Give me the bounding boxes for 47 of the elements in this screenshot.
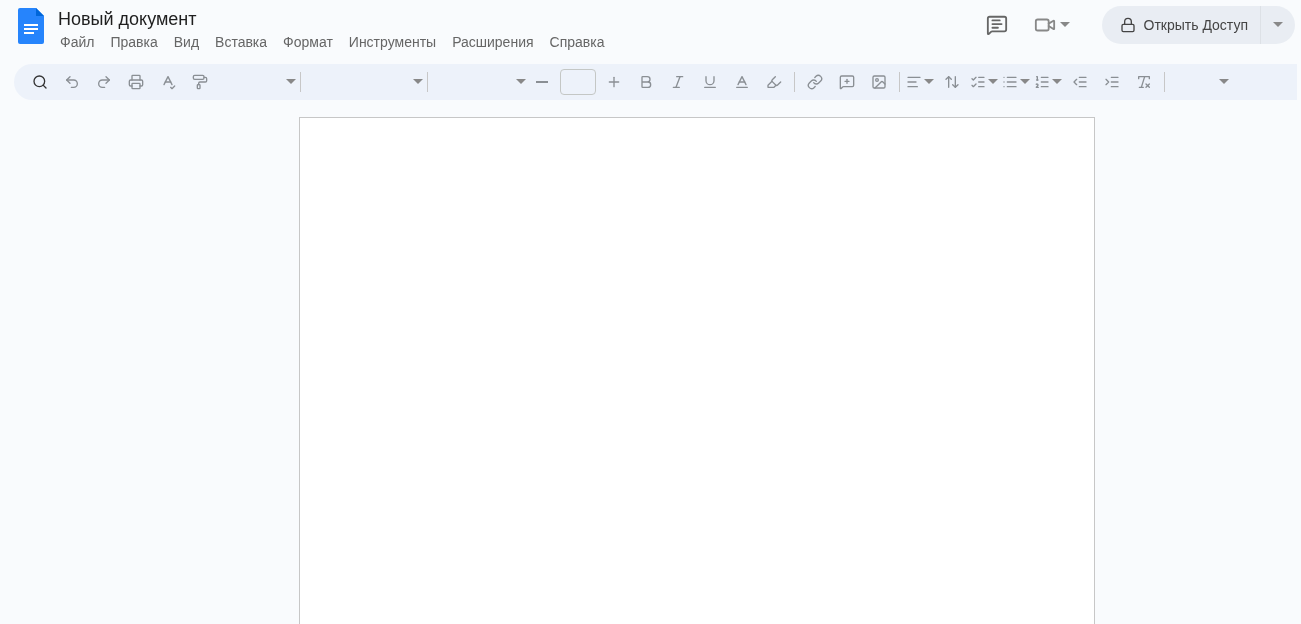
caret-icon <box>516 79 526 85</box>
decrease-indent-icon <box>1072 74 1088 90</box>
spellcheck-icon <box>160 74 176 90</box>
menu-item[interactable]: Правка <box>108 32 166 52</box>
lock-icon <box>1119 17 1136 33</box>
caret-icon <box>924 79 934 85</box>
increase-indent-icon <box>1104 74 1120 90</box>
redo-icon <box>96 74 112 90</box>
caret-icon <box>988 79 998 85</box>
italic-icon <box>670 74 686 90</box>
up-down-arrow-icon <box>944 74 960 90</box>
clear-formatting-icon <box>1136 74 1152 90</box>
document-title[interactable]: Новый документ <box>58 8 619 30</box>
undo-icon <box>64 74 80 90</box>
add-comment-icon <box>839 74 855 90</box>
print-icon <box>128 74 144 90</box>
paint-roller-icon <box>192 74 208 90</box>
caret-icon <box>286 79 296 85</box>
document-logo-icon[interactable] <box>18 8 44 44</box>
bullet-list-icon <box>1002 74 1018 90</box>
caret-icon <box>413 79 423 85</box>
menu-item[interactable]: Вставка <box>213 32 276 52</box>
bold-icon <box>638 74 654 90</box>
search-icon <box>32 74 48 90</box>
numbered-list-icon <box>1034 74 1050 90</box>
caret-icon <box>1052 79 1062 85</box>
plus-icon <box>606 74 622 90</box>
menu-item[interactable]: Справка <box>547 32 613 52</box>
align-left-icon <box>906 74 922 90</box>
caret-icon <box>1020 79 1030 85</box>
comment-icon <box>985 14 1008 36</box>
link-icon <box>807 74 823 90</box>
menu-item[interactable]: Инструменты <box>346 32 445 52</box>
text-color-icon <box>734 74 750 90</box>
highlighter-icon <box>766 74 782 90</box>
image-icon <box>871 74 887 90</box>
menu-item[interactable]: Вид <box>171 32 208 52</box>
menu-item[interactable]: Формат <box>281 32 341 52</box>
underline-icon <box>702 74 718 90</box>
minus-icon <box>536 81 548 83</box>
font-size-field[interactable] <box>560 69 596 95</box>
caret-icon <box>1273 22 1283 28</box>
menu-item[interactable]: Расширения <box>450 32 542 52</box>
caret-icon <box>1219 79 1229 85</box>
caret-icon <box>1059 22 1070 28</box>
checklist-icon <box>970 74 986 90</box>
menu-item[interactable]: Файл <box>58 32 103 52</box>
